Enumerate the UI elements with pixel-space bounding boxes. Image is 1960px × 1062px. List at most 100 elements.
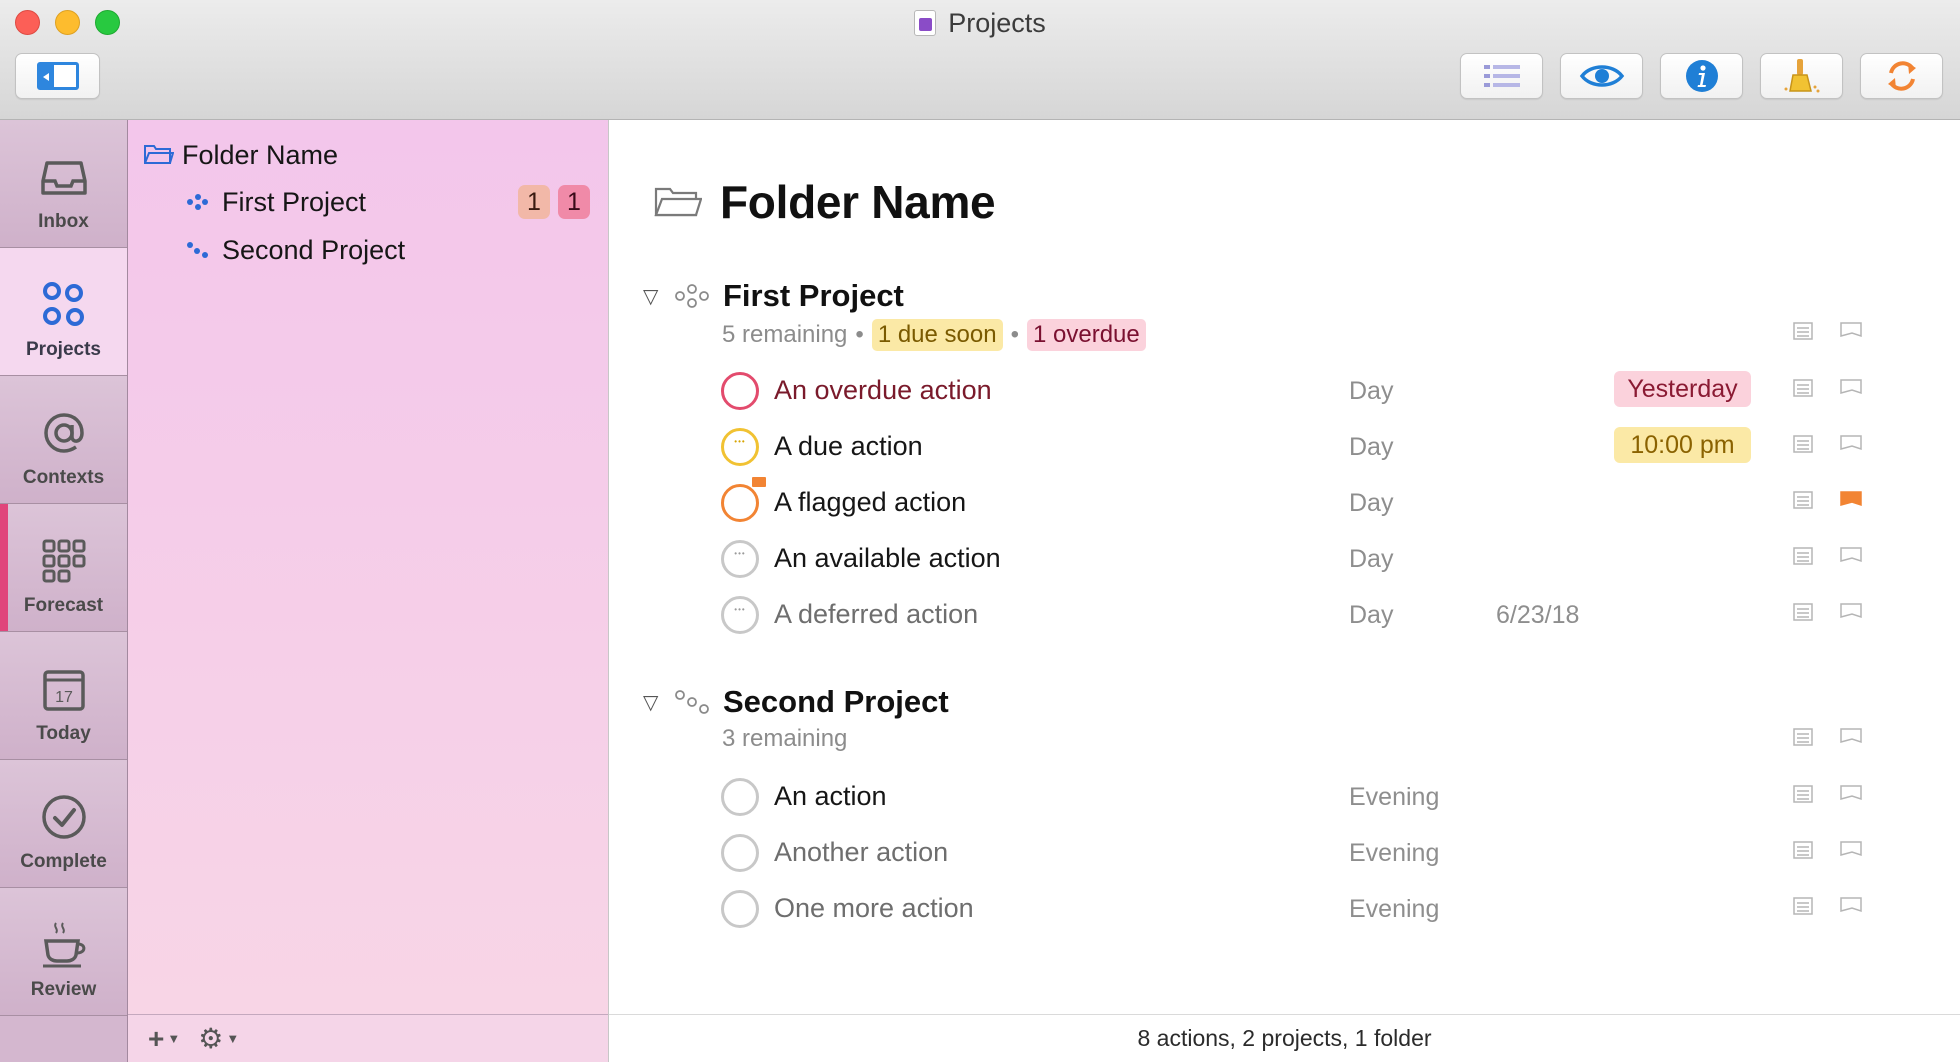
action-context[interactable]: Day [1349,489,1393,518]
view-options-button[interactable] [1560,53,1643,99]
flag-icon[interactable] [1840,602,1863,620]
tab-inbox[interactable]: Inbox [0,120,127,248]
note-icon[interactable] [1793,785,1813,803]
window-title-text: Projects [948,8,1046,38]
action-title[interactable]: One more action [774,893,974,924]
action-context[interactable]: Evening [1349,895,1439,924]
action-title[interactable]: A flagged action [774,487,966,518]
tab-contexts[interactable]: Contexts [0,376,127,504]
action-context[interactable]: Evening [1349,783,1439,812]
tab-forecast[interactable]: Forecast [0,504,127,632]
action-title[interactable]: An overdue action [774,375,992,406]
action-context[interactable]: Evening [1349,839,1439,868]
status-circle[interactable] [721,890,759,928]
note-icon[interactable] [1793,322,1813,340]
due-date-badge[interactable]: 10:00 pm [1614,427,1751,463]
disclosure-triangle-icon[interactable]: ▽ [643,284,665,309]
grid-icon [42,539,85,583]
calendar-date: 17 [55,689,73,706]
tab-label: Complete [20,851,107,872]
flag-icon[interactable] [1840,321,1863,339]
inbox-icon [40,161,87,195]
tab-today[interactable]: 17 Today [0,632,127,760]
note-icon[interactable] [1793,728,1813,746]
settings-button[interactable]: ⚙ ▼ [198,1022,239,1055]
sync-button[interactable] [1860,53,1943,99]
tab-complete[interactable]: Complete [0,760,127,888]
sidebar-toggle-button[interactable] [15,53,100,99]
status-circle[interactable] [721,484,759,522]
tab-label: Review [30,979,97,1000]
action-title[interactable]: An action [774,781,887,812]
action-row[interactable]: An available action Day [721,535,1951,585]
sidebar-project-first[interactable]: First Project [186,180,366,224]
flag-filled-icon[interactable] [1840,490,1863,508]
project-meta: 5 remaining • 1 due soon • 1 overdue [722,319,1146,351]
note-icon[interactable] [1793,379,1813,397]
inspector-button[interactable] [1660,53,1743,99]
status-circle[interactable] [721,834,759,872]
note-icon[interactable] [1793,841,1813,859]
action-title[interactable]: Another action [774,837,948,868]
disclosure-triangle-icon[interactable]: ▽ [643,690,665,715]
sidebar-project-label: First Project [222,186,367,217]
flag-icon[interactable] [1840,840,1863,858]
status-circle[interactable] [721,778,759,816]
flag-icon[interactable] [1840,546,1863,564]
action-context[interactable]: Day [1349,377,1393,406]
flag-icon[interactable] [1840,784,1863,802]
action-context[interactable]: Day [1349,545,1393,574]
note-icon[interactable] [1793,435,1813,453]
separator-dot: • [1010,321,1019,348]
due-date-badge[interactable]: Yesterday [1614,371,1751,407]
flag-icon[interactable] [1840,727,1863,745]
sidebar-project-second[interactable]: Second Project [186,228,405,272]
project-header-second[interactable]: ▽ Second Project [643,684,949,720]
action-row[interactable]: A due action Day 10:00 pm [721,423,1951,473]
action-row[interactable]: Another action Evening [721,829,1951,879]
eye-icon [1579,65,1624,87]
remaining-count: 3 remaining [722,725,848,752]
note-icon[interactable] [1793,491,1813,509]
checkmark-circle-icon [41,795,86,839]
flag-icon[interactable] [1840,378,1863,396]
action-title[interactable]: An available action [774,543,1001,574]
status-circle[interactable] [721,428,759,466]
project-note-flag [1793,726,1862,756]
tab-review[interactable]: Review [0,888,127,1016]
defer-date[interactable]: 6/23/18 [1496,601,1579,630]
sidebar-folder[interactable]: Folder Name [144,133,338,177]
action-context[interactable]: Day [1349,433,1393,462]
note-icon[interactable] [1793,897,1813,915]
tab-label: Inbox [38,211,89,232]
action-row[interactable]: An action Evening [721,773,1951,823]
status-circle[interactable] [721,596,759,634]
note-icon[interactable] [1793,603,1813,621]
action-row[interactable]: One more action Evening [721,885,1951,935]
action-row[interactable]: A deferred action Day 6/23/18 [721,591,1951,641]
action-row[interactable]: A flagged action Day [721,477,1951,529]
folder-icon [654,187,702,217]
tab-projects[interactable]: Projects [0,248,127,376]
action-context[interactable]: Day [1349,601,1393,630]
separator-dot: • [855,321,864,348]
add-button[interactable]: + ▼ [148,1023,180,1055]
action-row[interactable]: An overdue action Day Yesterday [721,367,1951,417]
status-bar: 8 actions, 2 projects, 1 folder [609,1014,1960,1062]
action-title[interactable]: A due action [774,431,923,462]
clean-up-button[interactable] [1760,53,1843,99]
status-circle[interactable] [721,540,759,578]
due-soon-label: 1 due soon [871,319,1003,351]
action-title[interactable]: A deferred action [774,599,978,630]
at-sign-icon [43,413,84,453]
status-text: 8 actions, 2 projects, 1 folder [1137,1025,1432,1051]
chevron-down-icon: ▼ [167,1031,181,1046]
note-icon[interactable] [1793,547,1813,565]
status-circle[interactable] [721,372,759,410]
outline-button[interactable] [1460,53,1543,99]
project-header-first[interactable]: ▽ First Project [643,278,904,314]
overdue-label: 1 overdue [1027,319,1146,351]
tab-label: Today [36,723,91,744]
flag-icon[interactable] [1840,434,1863,452]
flag-icon[interactable] [1840,896,1863,914]
